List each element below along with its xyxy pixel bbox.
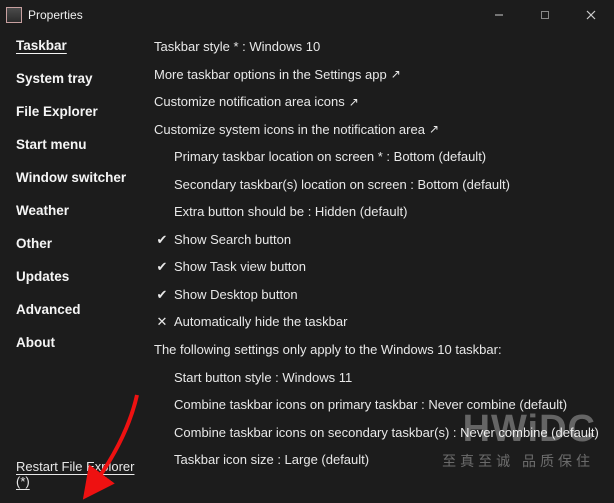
- content-panel: Taskbar style * : Windows 10 More taskbar…: [150, 30, 614, 503]
- setting-label: Primary taskbar location on screen * : B…: [174, 148, 486, 166]
- nav-item-label: Taskbar: [16, 38, 67, 53]
- check-icon: ✔: [154, 258, 170, 276]
- external-link-icon: ↗: [391, 66, 401, 82]
- nav-item-taskbar[interactable]: Taskbar: [16, 38, 150, 53]
- setting-row[interactable]: Customize system icons in the notificati…: [154, 121, 604, 139]
- close-button[interactable]: [568, 0, 614, 30]
- check-icon: ✔: [154, 231, 170, 249]
- external-link-icon: ↗: [349, 94, 359, 110]
- nav-item-label: About: [16, 335, 55, 350]
- setting-label: Extra button should be : Hidden (default…: [174, 203, 407, 221]
- titlebar: Properties: [0, 0, 614, 30]
- setting-label: Combine taskbar icons on secondary taskb…: [174, 424, 599, 442]
- maximize-icon: [540, 10, 550, 20]
- setting-row[interactable]: ✕Automatically hide the taskbar: [154, 313, 604, 331]
- setting-label: The following settings only apply to the…: [154, 341, 502, 359]
- setting-label: Combine taskbar icons on primary taskbar…: [174, 396, 567, 414]
- setting-row[interactable]: Primary taskbar location on screen * : B…: [154, 148, 604, 166]
- nav-item-updates[interactable]: Updates: [16, 269, 150, 284]
- nav-item-about[interactable]: About: [16, 335, 150, 350]
- nav-item-system-tray[interactable]: System tray: [16, 71, 150, 86]
- setting-label: Show Search button: [174, 231, 291, 249]
- setting-row[interactable]: Combine taskbar icons on primary taskbar…: [154, 396, 604, 414]
- minimize-icon: [494, 10, 504, 20]
- nav-item-advanced[interactable]: Advanced: [16, 302, 150, 317]
- setting-label: More taskbar options in the Settings app: [154, 66, 387, 84]
- setting-label: Taskbar style * : Windows 10: [154, 38, 320, 56]
- nav-item-other[interactable]: Other: [16, 236, 150, 251]
- setting-row[interactable]: The following settings only apply to the…: [154, 341, 604, 359]
- nav-item-label: File Explorer: [16, 104, 98, 119]
- sidebar: Taskbar System tray File Explorer Start men…: [0, 30, 150, 503]
- setting-row[interactable]: Secondary taskbar(s) location on screen …: [154, 176, 604, 194]
- restart-file-explorer-link[interactable]: Restart File Explorer (*): [16, 459, 150, 489]
- cross-icon: ✕: [154, 313, 170, 331]
- setting-row[interactable]: More taskbar options in the Settings app…: [154, 66, 604, 84]
- nav-item-weather[interactable]: Weather: [16, 203, 150, 218]
- maximize-button[interactable]: [522, 0, 568, 30]
- nav-item-label: Window switcher: [16, 170, 126, 185]
- nav-item-label: Weather: [16, 203, 69, 218]
- setting-row[interactable]: Start button style : Windows 11: [154, 369, 604, 387]
- setting-row[interactable]: Taskbar icon size : Large (default): [154, 451, 604, 469]
- external-link-icon: ↗: [429, 121, 439, 137]
- setting-row[interactable]: Combine taskbar icons on secondary taskb…: [154, 424, 604, 442]
- nav-item-window-switcher[interactable]: Window switcher: [16, 170, 150, 185]
- setting-row[interactable]: Extra button should be : Hidden (default…: [154, 203, 604, 221]
- setting-row[interactable]: Customize notification area icons↗: [154, 93, 604, 111]
- nav-item-label: Advanced: [16, 302, 81, 317]
- window-title: Properties: [28, 8, 83, 22]
- setting-label: Customize system icons in the notificati…: [154, 121, 425, 139]
- check-icon: ✔: [154, 286, 170, 304]
- setting-label: Start button style : Windows 11: [174, 369, 352, 387]
- setting-label: Taskbar icon size : Large (default): [174, 451, 369, 469]
- minimize-button[interactable]: [476, 0, 522, 30]
- nav-item-label: System tray: [16, 71, 93, 86]
- setting-label: Show Desktop button: [174, 286, 298, 304]
- nav-item-label: Other: [16, 236, 52, 251]
- setting-row[interactable]: Taskbar style * : Windows 10: [154, 38, 604, 56]
- nav-item-label: Updates: [16, 269, 69, 284]
- nav-item-start-menu[interactable]: Start menu: [16, 137, 150, 152]
- close-icon: [586, 10, 596, 20]
- nav-item-label: Start menu: [16, 137, 87, 152]
- app-icon: [6, 7, 22, 23]
- setting-label: Show Task view button: [174, 258, 306, 276]
- nav-item-file-explorer[interactable]: File Explorer: [16, 104, 150, 119]
- setting-label: Secondary taskbar(s) location on screen …: [174, 176, 510, 194]
- setting-row[interactable]: ✔Show Search button: [154, 231, 604, 249]
- setting-label: Customize notification area icons: [154, 93, 345, 111]
- setting-row[interactable]: ✔Show Task view button: [154, 258, 604, 276]
- setting-row[interactable]: ✔Show Desktop button: [154, 286, 604, 304]
- setting-label: Automatically hide the taskbar: [174, 313, 347, 331]
